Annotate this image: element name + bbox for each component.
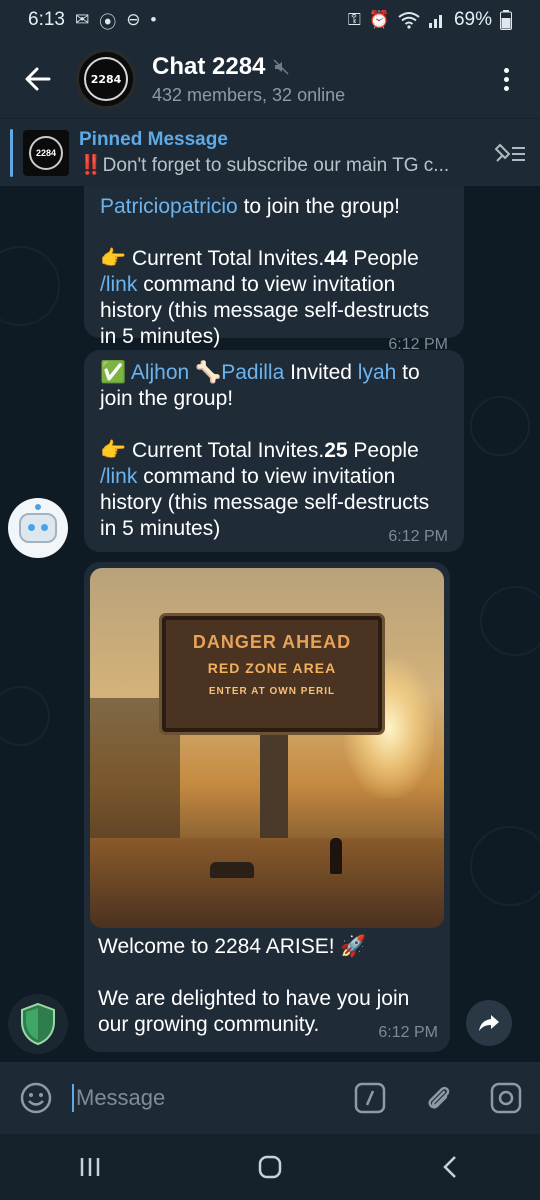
- emoji-button[interactable]: [0, 1062, 72, 1134]
- message-time: 6:12 PM: [388, 528, 448, 545]
- wifi-icon: [398, 12, 420, 29]
- home-button[interactable]: [220, 1134, 320, 1200]
- photo-billboard: DANGER AHEAD RED ZONE AREA ENTER AT OWN …: [162, 616, 382, 732]
- check-icon: ✅: [100, 361, 127, 384]
- paperclip-icon: [428, 1086, 450, 1109]
- system-back-button[interactable]: [400, 1134, 500, 1200]
- pinned-body: ‼️Don't forget to subscribe our main TG …: [79, 154, 450, 176]
- photo-billboard-pillar: [260, 734, 288, 844]
- photo-person: [330, 838, 342, 874]
- message-bubble[interactable]: Patriciopatricio to join the group! 👉 Cu…: [84, 186, 464, 353]
- chat-area[interactable]: Patriciopatricio to join the group! 👉 Cu…: [0, 186, 540, 1062]
- battery-icon: [500, 10, 512, 30]
- pinned-title: Pinned Message: [79, 128, 228, 150]
- group-avatar[interactable]: 2284: [76, 49, 136, 109]
- dot-icon: [503, 76, 509, 82]
- robot-icon: [19, 513, 57, 543]
- dot-icon: [503, 67, 509, 73]
- command-description: command to view invitation history (this…: [100, 465, 430, 540]
- message-time: 6:12 PM: [378, 1024, 438, 1041]
- bot-avatar[interactable]: [8, 498, 68, 558]
- pinned-message-bar[interactable]: 2284 Pinned Message ‼️Don't forget to su…: [0, 118, 540, 186]
- pin-list-icon: [494, 143, 525, 162]
- share-arrow-icon: [479, 1015, 499, 1031]
- message-input[interactable]: Message: [72, 1078, 336, 1118]
- header-info[interactable]: Chat 2284 432 members, 32 online: [152, 53, 486, 106]
- message-text: Invited: [284, 361, 358, 384]
- location-icon: ⦿: [99, 12, 117, 32]
- photo-ground: [90, 838, 444, 928]
- billboard-subline: RED ZONE AREA: [207, 660, 337, 676]
- sender-avatar[interactable]: [8, 994, 68, 1054]
- invites-label: 👉 Current Total Invites.: [100, 439, 325, 462]
- smiley-icon: [20, 1082, 52, 1114]
- command-description: command to view invitation history (this…: [100, 273, 430, 348]
- dnd-icon: ⊖: [126, 10, 141, 29]
- message-placeholder: Message: [76, 1085, 166, 1110]
- link-command[interactable]: /link: [100, 273, 137, 296]
- invites-label: 👉 Current Total Invites.: [100, 247, 325, 270]
- robot-antenna-icon: [35, 504, 41, 510]
- user-mention[interactable]: Patriciopatricio: [100, 195, 238, 218]
- invitee-mention[interactable]: lyah: [358, 361, 397, 384]
- billboard-headline: DANGER AHEAD: [192, 632, 352, 652]
- muted-icon: [273, 58, 289, 75]
- back-button[interactable]: [0, 40, 76, 118]
- camera-button[interactable]: [472, 1062, 540, 1134]
- camera-icon: [490, 1082, 522, 1114]
- inviter-mention[interactable]: Aljhon 🦴Padilla: [131, 361, 284, 384]
- message-text: to join the group!: [237, 195, 401, 218]
- notification-icon: ✉: [74, 10, 90, 29]
- alarm-icon: ⏰: [368, 10, 390, 29]
- link-command[interactable]: /link: [100, 465, 137, 488]
- shield-icon: [21, 1002, 55, 1046]
- photo-car: [210, 862, 254, 878]
- home-icon: [258, 1155, 282, 1179]
- invites-suffix: People: [347, 439, 419, 462]
- group-avatar-text: 2284: [84, 57, 128, 101]
- invites-count: 25: [324, 439, 348, 462]
- battery-percent: 69%: [453, 9, 492, 30]
- message-bubble[interactable]: ✅ Aljhon 🦴Padilla Invited lyah to join t…: [84, 350, 464, 552]
- invites-count: 44: [324, 247, 348, 270]
- chat-header: 2284 Chat 2284 432 members, 32 online: [0, 40, 540, 118]
- caption-welcome: Welcome to 2284 ARISE! 🚀: [98, 935, 367, 958]
- status-time: 6:13: [28, 9, 65, 30]
- forward-button[interactable]: [466, 1000, 512, 1046]
- signal-icon: [428, 15, 442, 28]
- lock-icon: ⚿: [347, 10, 361, 29]
- dot-icon: •: [150, 10, 157, 29]
- recent-apps-button[interactable]: [40, 1134, 140, 1200]
- more-options-button[interactable]: [486, 49, 526, 109]
- bot-commands-button[interactable]: [336, 1062, 404, 1134]
- dot-icon: [503, 85, 509, 91]
- message-composer: Message: [0, 1062, 540, 1134]
- invites-suffix: People: [347, 247, 419, 270]
- chevron-left-icon: [443, 1156, 456, 1178]
- status-bar: 6:13 ✉ ⦿ ⊖ • ⚿ ⏰ 69%: [0, 0, 540, 40]
- photo-message-bubble[interactable]: DANGER AHEAD RED ZONE AREA ENTER AT OWN …: [84, 562, 450, 1052]
- billboard-warning: ENTER AT OWN PERIL: [208, 686, 336, 697]
- attach-button[interactable]: [404, 1062, 472, 1134]
- pinned-thumb-text: 2284: [29, 135, 63, 170]
- caption-body: We are delighted to have you join our gr…: [98, 987, 410, 1036]
- message-photo[interactable]: DANGER AHEAD RED ZONE AREA ENTER AT OWN …: [90, 568, 444, 928]
- pinned-list-button[interactable]: [480, 119, 540, 187]
- chat-title: Chat 2284: [152, 52, 266, 80]
- pinned-indicator: [10, 128, 13, 177]
- pinned-thumbnail: 2284: [23, 129, 69, 176]
- member-count: 432 members, 32 online: [152, 84, 346, 105]
- slash-command-icon: [354, 1082, 386, 1114]
- arrow-left-icon: [25, 67, 51, 91]
- recent-apps-icon: [80, 1158, 100, 1176]
- text-caret: [72, 1084, 74, 1112]
- system-navigation-bar: [0, 1134, 540, 1200]
